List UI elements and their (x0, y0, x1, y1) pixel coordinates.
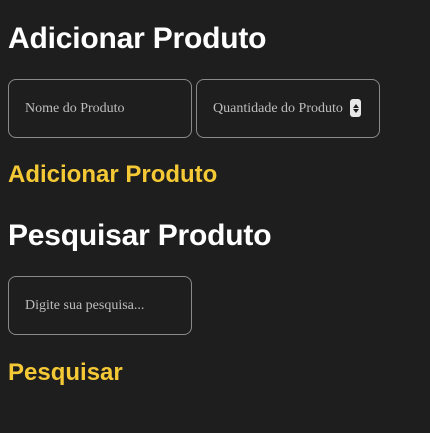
spinner-down-icon[interactable] (352, 108, 359, 113)
product-name-input[interactable] (8, 79, 192, 138)
search-button[interactable]: Pesquisar (8, 359, 123, 387)
number-spinner-icon[interactable] (350, 99, 361, 117)
spinner-up-icon[interactable] (352, 103, 359, 108)
add-product-button[interactable]: Adicionar Produto (8, 161, 217, 189)
add-product-title: Adicionar Produto (8, 22, 267, 55)
search-input[interactable] (8, 276, 192, 335)
search-product-title: Pesquisar Produto (8, 219, 272, 252)
